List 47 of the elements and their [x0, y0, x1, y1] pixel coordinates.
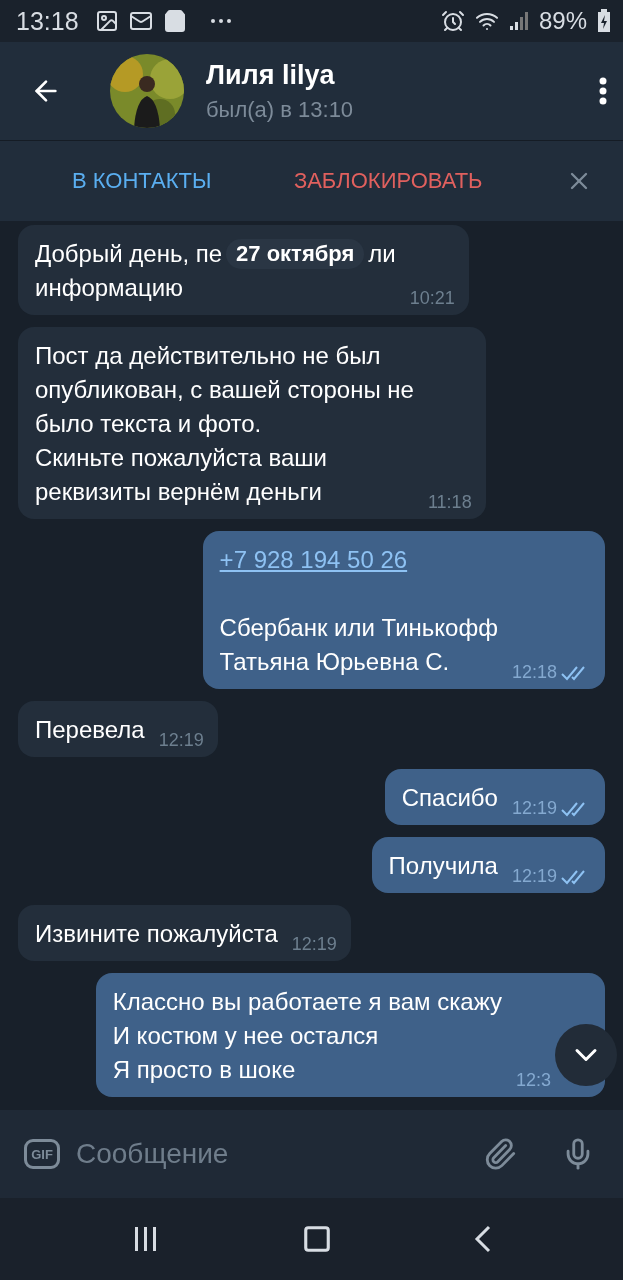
message-text: информацию — [35, 273, 185, 303]
message-text: реквизиты вернём деньги — [35, 477, 323, 507]
gif-button[interactable]: GIF — [24, 1139, 60, 1169]
message-text: опубликован, с вашей стороны не — [35, 375, 414, 405]
message-text: Извините пожалуйста — [35, 919, 278, 949]
bag-icon — [162, 9, 187, 33]
message-text: Татьяна Юрьевна С. — [219, 647, 451, 677]
back-nav-button[interactable] — [472, 1224, 493, 1254]
message-text: Скиньте пожалуйста ваши — [35, 443, 328, 473]
message-text: Перевела — [35, 715, 145, 745]
message-text: Классно вы работаете я вам скажу — [112, 987, 502, 1017]
message-input[interactable]: Сообщение — [74, 1137, 469, 1171]
message-time: 12:3 — [515, 1070, 551, 1091]
message-text: И костюм у нее остался — [112, 1021, 380, 1051]
message-text: было текста и фото. — [35, 409, 263, 439]
attach-button[interactable] — [483, 1137, 517, 1171]
message-time: 12:18 — [511, 662, 557, 683]
battery-charging-icon — [597, 9, 611, 33]
contact-name: Лиля lilya — [206, 59, 336, 91]
menu-button[interactable] — [599, 77, 607, 105]
menu-icon — [599, 77, 607, 105]
last-seen: был(а) в 13:10 — [206, 96, 355, 123]
mail-icon — [128, 9, 153, 33]
home-button[interactable] — [301, 1224, 332, 1254]
date-pill: 27 октября — [226, 239, 365, 269]
message-text: Я просто в шоке — [112, 1055, 297, 1085]
message-text: Получила — [388, 851, 498, 881]
add-contact-button[interactable]: В КОНТАКТЫ — [72, 168, 212, 194]
message-text: Сбербанк или Тинькофф — [219, 613, 498, 643]
signal-icon — [508, 11, 529, 31]
message-time: 10:21 — [409, 288, 455, 309]
message-time: 12:19 — [158, 730, 204, 751]
message-text: Спасибо — [401, 783, 498, 813]
alarm-icon — [440, 9, 465, 33]
block-button[interactable]: ЗАБЛОКИРОВАТЬ — [293, 168, 483, 194]
battery-percent: 89% — [538, 7, 587, 35]
phone-link[interactable]: +7 928 194 50 26 — [219, 543, 498, 577]
message-time: 12:19 — [511, 866, 557, 887]
more-notifications-icon — [210, 19, 231, 23]
message-text: Пост да действительно не был — [35, 341, 382, 371]
status-time: 13:18 — [16, 6, 79, 36]
message-time: 11:18 — [427, 492, 472, 513]
image-icon — [94, 9, 119, 33]
message-time: 12:19 — [291, 934, 337, 955]
message-text: ли — [368, 239, 396, 269]
message-time: 12:19 — [511, 798, 557, 819]
message-text: Добрый день, пе — [35, 239, 223, 269]
